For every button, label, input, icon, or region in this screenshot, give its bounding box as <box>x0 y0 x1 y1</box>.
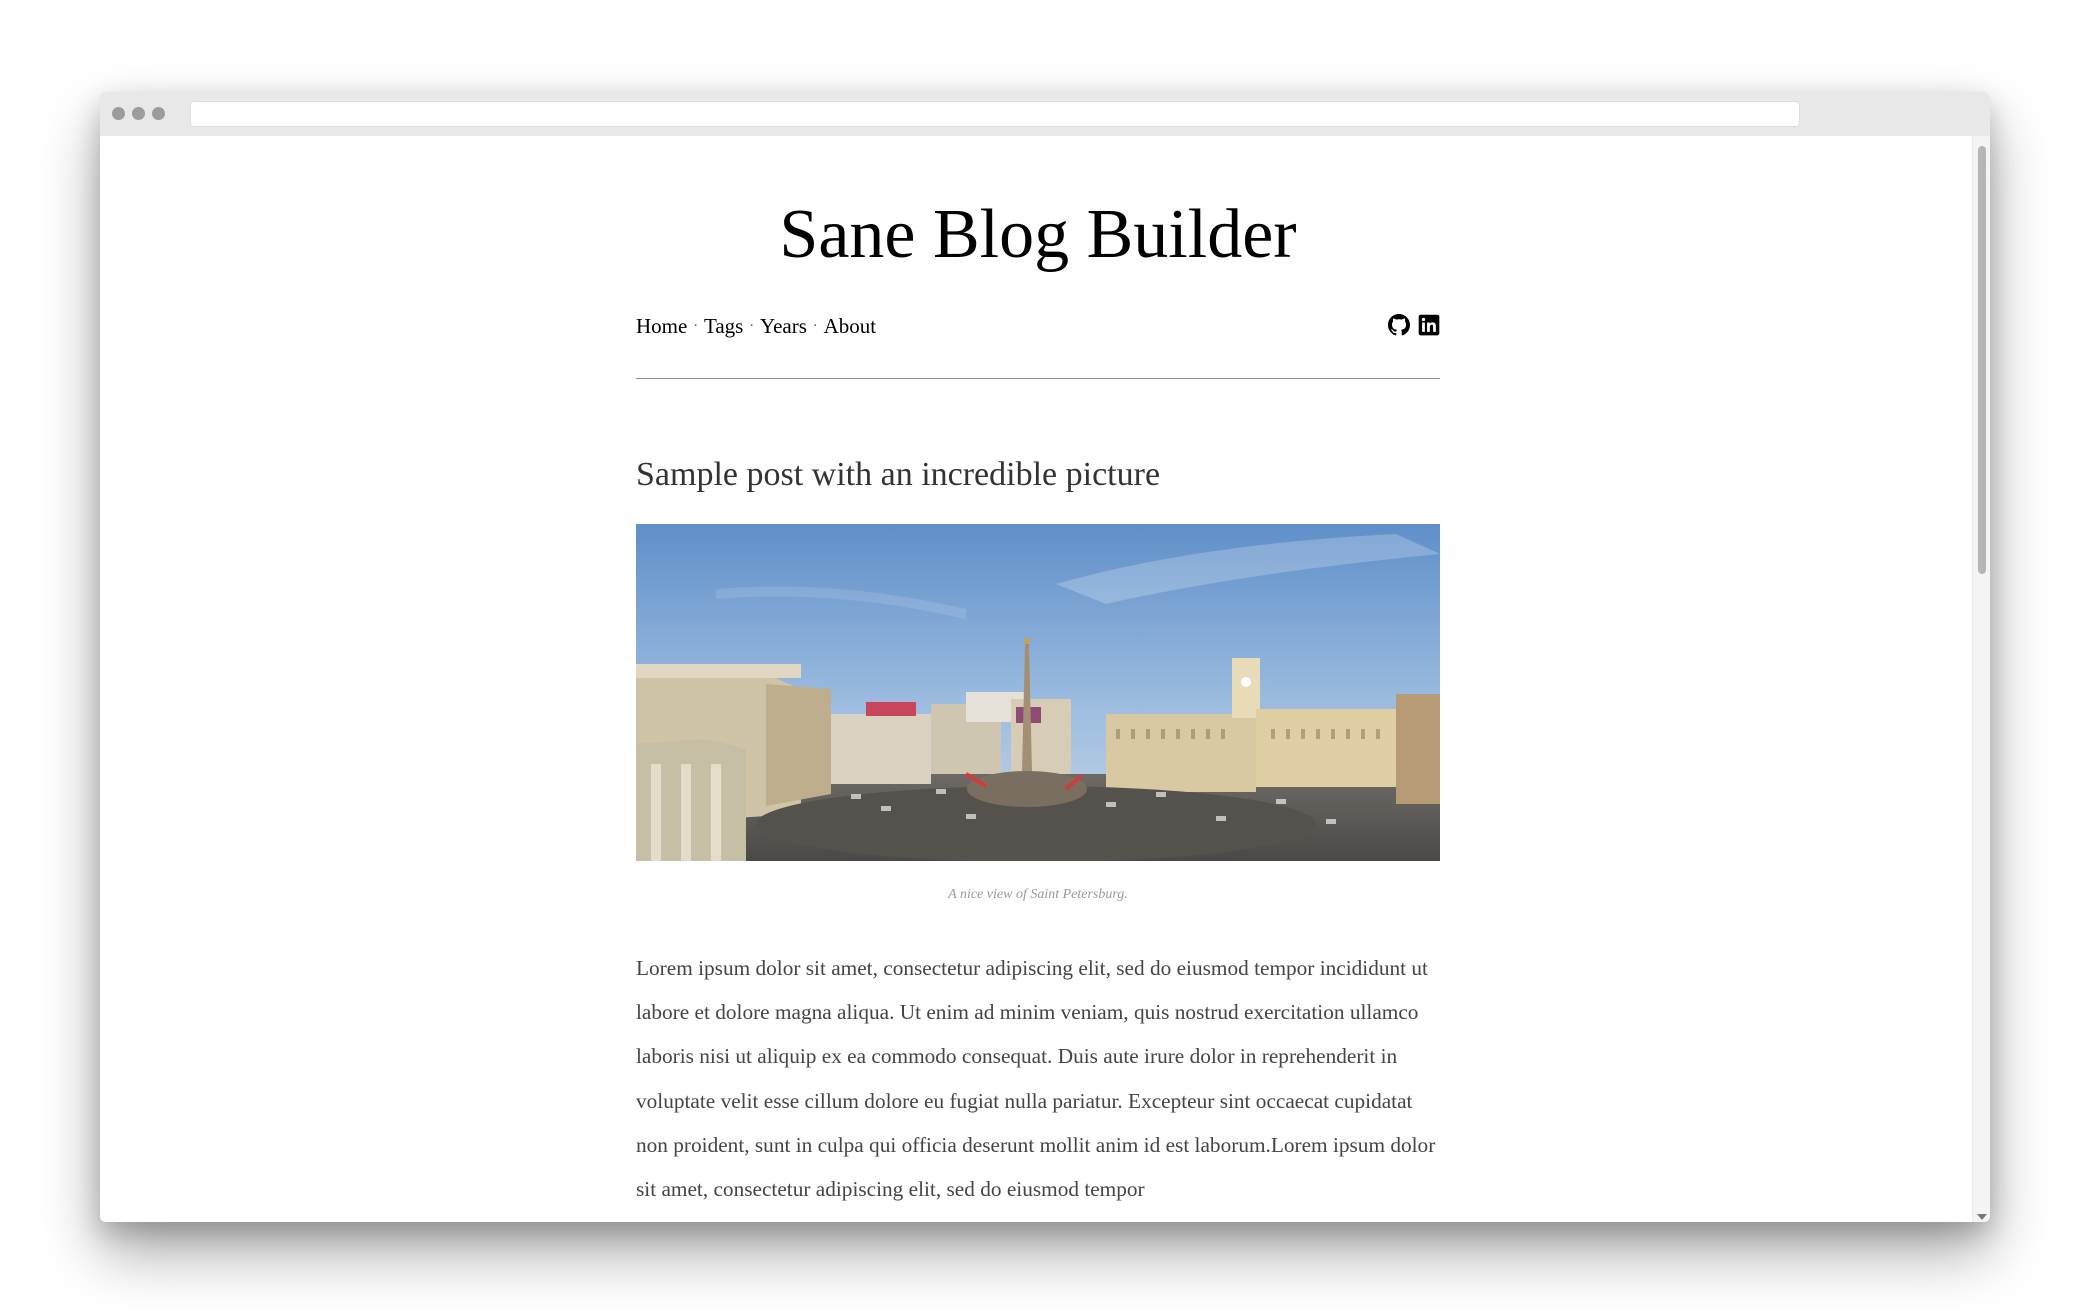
address-bar[interactable] <box>190 101 1800 127</box>
nav-link-years[interactable]: Years <box>760 314 807 338</box>
nav-separator: · <box>812 319 818 334</box>
header-divider <box>636 378 1440 379</box>
vertical-scrollbar[interactable] <box>1972 136 1990 1222</box>
window-dot-close[interactable] <box>112 107 125 120</box>
browser-window: Sane Blog Builder Home · Tags · Years · About <box>100 92 1990 1222</box>
browser-titlebar <box>100 92 1990 136</box>
nav-links: Home · Tags · Years · About <box>636 314 876 339</box>
window-dot-maximize[interactable] <box>152 107 165 120</box>
nav-separator: · <box>693 319 698 334</box>
post-title[interactable]: Sample post with an incredible picture <box>636 456 1160 494</box>
page-viewport: Sane Blog Builder Home · Tags · Years · About <box>100 136 1972 1222</box>
nav-link-home[interactable]: Home <box>636 314 687 338</box>
post-body-paragraph: Lorem ipsum dolor sit amet, consectetur … <box>636 956 1436 1202</box>
scroll-down-arrow-icon[interactable] <box>1977 1214 1987 1220</box>
github-icon[interactable] <box>1388 314 1410 336</box>
window-dot-minimize[interactable] <box>132 107 145 120</box>
nav-link-about[interactable]: About <box>824 314 877 338</box>
main-nav: Home · Tags · Years · About <box>636 314 1440 348</box>
image-caption: A nice view of Saint Petersburg. <box>948 887 1128 902</box>
site-title[interactable]: Sane Blog Builder <box>636 196 1440 273</box>
nav-separator: · <box>749 319 755 334</box>
scrollbar-thumb[interactable] <box>1978 146 1986 574</box>
post-image-saint-petersburg <box>636 524 1440 861</box>
linkedin-icon[interactable] <box>1418 314 1440 336</box>
nav-link-tags[interactable]: Tags <box>704 314 743 338</box>
screenshot-stage: Sane Blog Builder Home · Tags · Years · About <box>0 0 2080 1309</box>
social-links <box>1388 314 1440 336</box>
